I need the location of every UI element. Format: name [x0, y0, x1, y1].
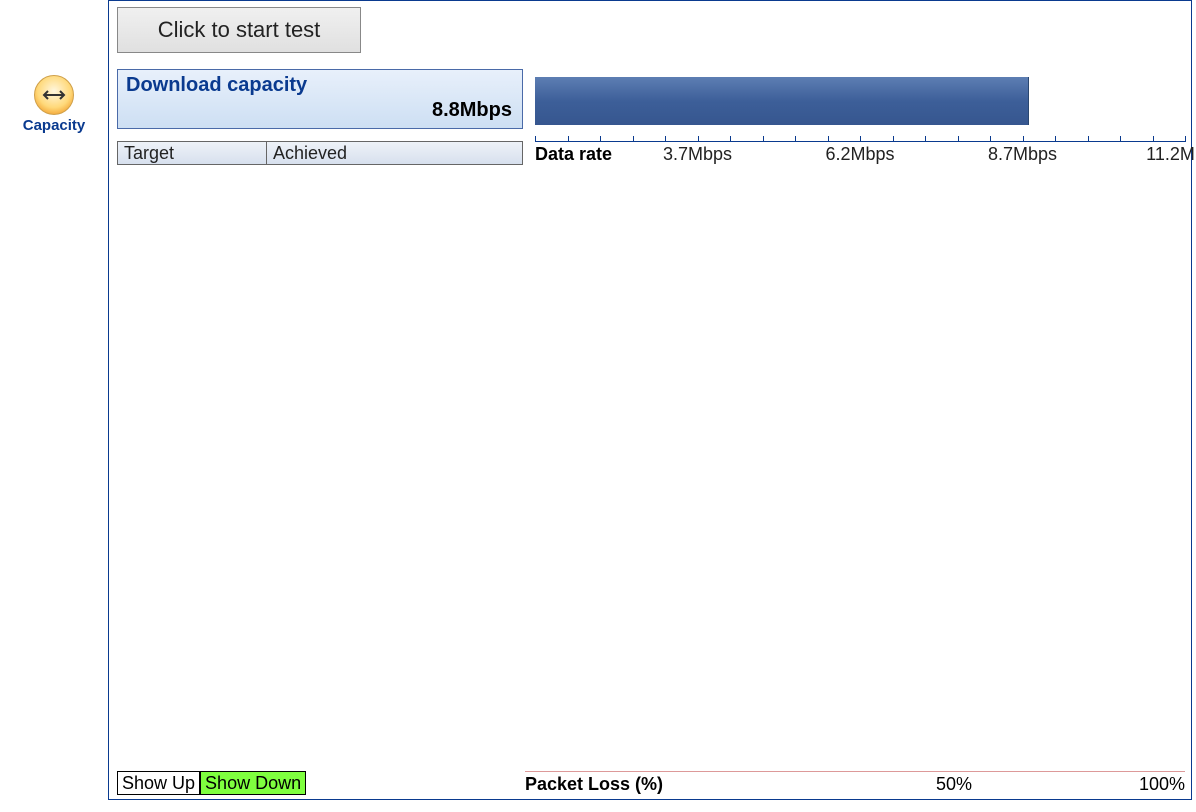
- axis-tick: [925, 136, 926, 142]
- target-achieved-header: Target Achieved: [117, 141, 523, 165]
- start-test-button[interactable]: Click to start test: [117, 7, 361, 53]
- packet-loss-tick-50: 50%: [936, 774, 972, 795]
- axis-tick: [958, 136, 959, 142]
- axis-tick-label: 11.2Mbps: [1146, 144, 1196, 165]
- axis-tick: [600, 136, 601, 142]
- download-capacity-box: Download capacity 8.8Mbps: [117, 69, 523, 129]
- main-panel: Click to start test Download capacity 8.…: [108, 0, 1192, 800]
- sidebar-tab-capacity[interactable]: Capacity: [0, 70, 108, 190]
- axis-tick: [990, 136, 991, 142]
- axis-tick: [893, 136, 894, 142]
- data-rate-bar-fill: [535, 77, 1029, 125]
- axis-tick-label: 8.7Mbps: [988, 144, 1057, 165]
- column-achieved: Achieved: [267, 141, 523, 165]
- axis-tick: [730, 136, 731, 142]
- axis-tick: [665, 136, 666, 142]
- packet-loss-tick-100: 100%: [1139, 774, 1185, 795]
- axis-tick-label: 3.7Mbps: [663, 144, 732, 165]
- data-rate-axis: Data rate 3.7Mbps6.2Mbps8.7Mbps11.2Mbps: [535, 141, 1185, 171]
- axis-tick: [698, 136, 699, 142]
- capacity-arrows-icon: [34, 75, 74, 115]
- axis-tick: [795, 136, 796, 142]
- axis-tick: [1023, 136, 1024, 142]
- data-rate-axis-label: Data rate: [535, 144, 612, 165]
- show-toggle-group: Show Up Show Down: [117, 771, 306, 795]
- axis-tick: [828, 136, 829, 142]
- axis-tick: [535, 136, 536, 142]
- data-rate-bar-track: [535, 77, 1185, 125]
- axis-tick: [568, 136, 569, 142]
- packet-loss-axis: Packet Loss (%) 50% 100%: [525, 771, 1185, 795]
- packet-loss-label: Packet Loss (%): [525, 774, 663, 795]
- axis-tick: [1153, 136, 1154, 142]
- download-capacity-value: 8.8Mbps: [432, 99, 512, 122]
- axis-tick: [763, 136, 764, 142]
- axis-tick: [633, 136, 634, 142]
- sidebar-tab-label: Capacity: [0, 117, 108, 134]
- axis-tick: [1055, 136, 1056, 142]
- axis-tick: [1120, 136, 1121, 142]
- column-target: Target: [117, 141, 267, 165]
- show-down-button[interactable]: Show Down: [200, 771, 306, 795]
- axis-tick: [1088, 136, 1089, 142]
- show-up-button[interactable]: Show Up: [117, 771, 200, 795]
- axis-tick: [1185, 136, 1186, 142]
- download-capacity-title: Download capacity: [126, 74, 514, 97]
- axis-tick: [860, 136, 861, 142]
- axis-tick-label: 6.2Mbps: [825, 144, 894, 165]
